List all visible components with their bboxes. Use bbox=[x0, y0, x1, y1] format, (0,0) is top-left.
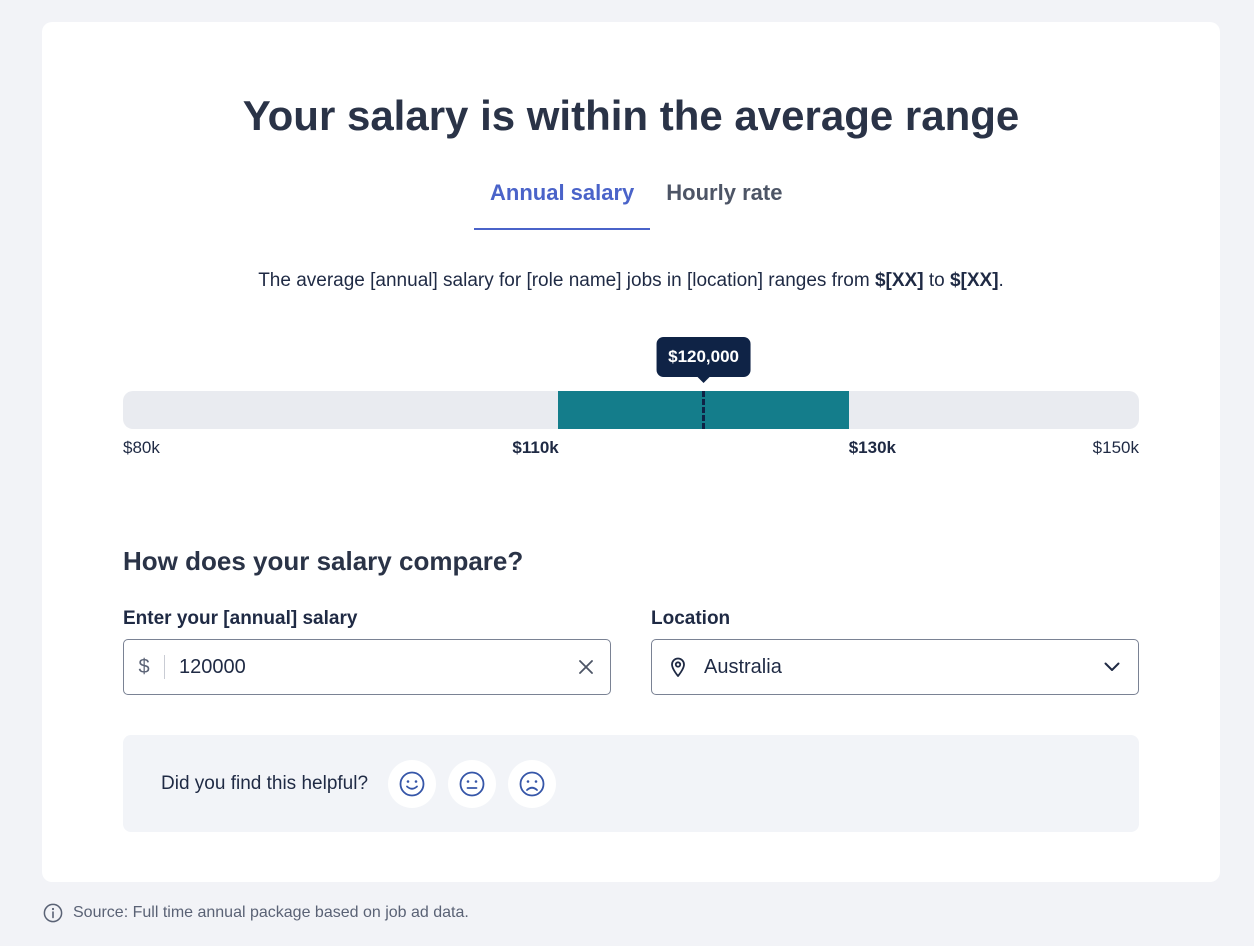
description-text-after: . bbox=[998, 270, 1004, 291]
salary-marker-tooltip: $120,000 bbox=[656, 337, 752, 377]
sad-face-icon[interactable] bbox=[508, 759, 557, 808]
info-icon bbox=[43, 903, 63, 923]
source-note: Source: Full time annual package based o… bbox=[43, 903, 469, 923]
feedback-question: Did you find this helpful? bbox=[161, 772, 369, 794]
salary-input-value[interactable]: 120000 bbox=[165, 656, 562, 679]
salary-card: Your salary is within the average range … bbox=[42, 22, 1220, 882]
location-select[interactable]: Australia bbox=[651, 639, 1139, 695]
salary-input[interactable]: $ 120000 bbox=[123, 639, 611, 695]
description-text-mid: to bbox=[923, 270, 950, 291]
salary-input-label: Enter your [annual] salary bbox=[123, 608, 358, 629]
tab-bar: Annual salary Hourly rate bbox=[474, 172, 798, 230]
description-text-before: The average [annual] salary for [role na… bbox=[258, 270, 875, 291]
page-title: Your salary is within the average range bbox=[242, 92, 1020, 139]
source-text: Source: Full time annual package based o… bbox=[73, 904, 469, 921]
range-description: The average [annual] salary for [role na… bbox=[42, 270, 1220, 292]
tick-label-band-high: $130k bbox=[848, 438, 896, 457]
feedback-panel: Did you find this helpful? bbox=[123, 735, 1139, 832]
chevron-down-icon[interactable] bbox=[1086, 662, 1138, 672]
range-track bbox=[123, 391, 1139, 429]
currency-symbol: $ bbox=[138, 655, 150, 678]
compare-heading: How does your salary compare? bbox=[123, 546, 524, 576]
description-low: $[XX] bbox=[874, 270, 924, 291]
tick-label-band-low: $110k bbox=[512, 438, 559, 457]
salary-marker-line bbox=[702, 391, 706, 429]
clear-icon[interactable] bbox=[562, 660, 610, 674]
location-pin-icon bbox=[652, 657, 704, 677]
neutral-face-icon[interactable] bbox=[448, 759, 497, 808]
location-selected-value: Australia bbox=[704, 655, 782, 678]
salary-range-bar: $120,000 $80k $110k $130k $150k bbox=[123, 337, 1139, 467]
tab-hourly-rate[interactable]: Hourly rate bbox=[650, 172, 798, 230]
tick-label-max: $150k bbox=[1092, 438, 1139, 457]
happy-face-icon[interactable] bbox=[388, 759, 437, 808]
description-high: $[XX] bbox=[949, 270, 999, 291]
tick-label-min: $80k bbox=[123, 438, 160, 457]
location-label: Location bbox=[651, 608, 731, 629]
tab-annual-salary[interactable]: Annual salary bbox=[474, 172, 651, 230]
